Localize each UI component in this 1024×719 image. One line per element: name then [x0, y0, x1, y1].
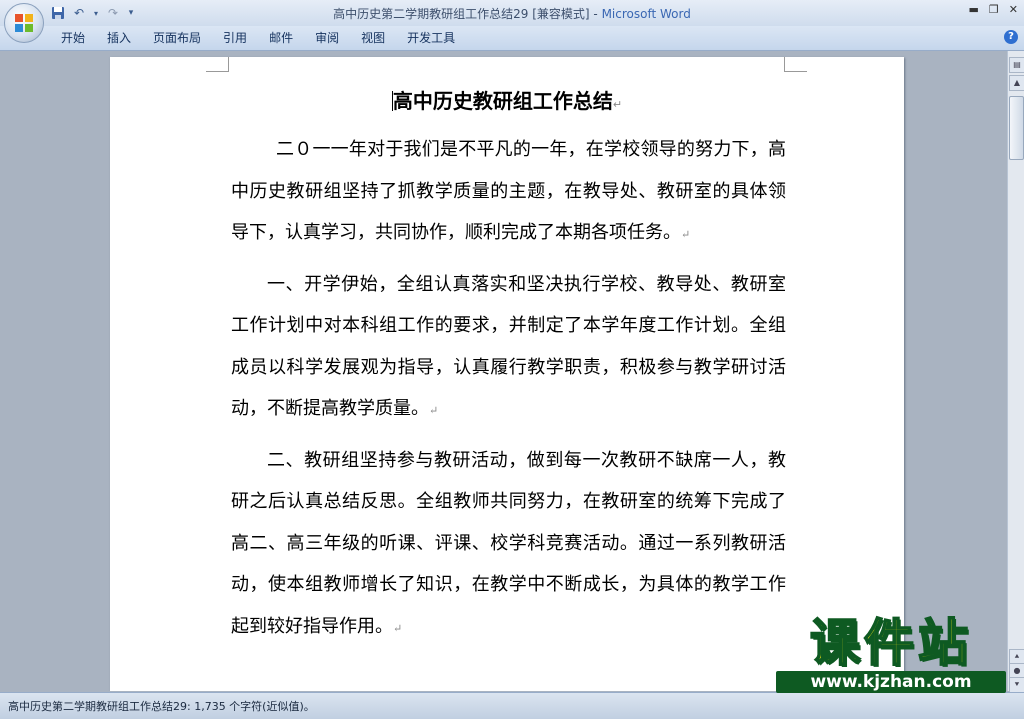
- tab-mailings[interactable]: 邮件: [258, 30, 304, 46]
- paragraph[interactable]: 二、教研组坚持参与教研活动，做到每一次教研不缺席一人，教研之后认真总结反思。全组…: [231, 440, 786, 650]
- tab-view[interactable]: 视图: [350, 30, 396, 46]
- window-title: 高中历史第二学期教研组工作总结29 [兼容模式] - Microsoft Wor…: [0, 5, 1024, 22]
- status-bar: 高中历史第二学期教研组工作总结29: 1,735 个字符(近似值)。: [0, 692, 1024, 719]
- help-icon[interactable]: ?: [1004, 30, 1018, 44]
- document-page[interactable]: 高中历史教研组工作总结↵ 二０一一年对于我们是不平凡的一年，在学校领导的努力下，…: [110, 57, 904, 691]
- title-separator: -: [589, 7, 602, 21]
- ruler-toggle-icon[interactable]: ▤: [1009, 57, 1024, 73]
- document-body[interactable]: 二０一一年对于我们是不平凡的一年，在学校领导的努力下，高中历史教研组坚持了抓教学…: [231, 129, 786, 657]
- paragraph-mark: ↵: [429, 404, 439, 417]
- title-bar: ↶ ▾ ↷ ▾ 高中历史第二学期教研组工作总结29 [兼容模式] - Micro…: [0, 0, 1024, 26]
- paragraph-text: 二０一一年对于我们是不平凡的一年，在学校领导的努力下，高中历史教研组坚持了抓教学…: [231, 139, 786, 243]
- document-workspace: 高中历史教研组工作总结↵ 二０一一年对于我们是不平凡的一年，在学校领导的努力下，…: [0, 51, 1008, 691]
- paragraph-mark: ↵: [393, 621, 403, 635]
- watermark-logo: 课件站 www.kjzhan.com: [776, 614, 1006, 694]
- tab-review[interactable]: 审阅: [304, 30, 350, 46]
- tab-page-layout[interactable]: 页面布局: [142, 30, 212, 46]
- window-controls: ▬ ❐ ✕: [969, 3, 1019, 16]
- paragraph-mark: ↵: [612, 98, 623, 111]
- paragraph[interactable]: 二０一一年对于我们是不平凡的一年，在学校领导的努力下，高中历史教研组坚持了抓教学…: [231, 129, 786, 256]
- next-page-icon[interactable]: ⯆: [1009, 677, 1024, 693]
- office-button[interactable]: [4, 3, 44, 43]
- scroll-up-icon[interactable]: ▲: [1009, 75, 1024, 91]
- office-logo-icon: [15, 14, 33, 32]
- watermark-url: www.kjzhan.com: [776, 671, 1006, 693]
- tab-home[interactable]: 开始: [50, 30, 96, 46]
- watermark-name: 课件站: [809, 614, 972, 672]
- close-icon[interactable]: ✕: [1009, 3, 1018, 16]
- document-title-text: 高中历史教研组工作总结: [392, 89, 613, 113]
- word-count-status[interactable]: 高中历史第二学期教研组工作总结29: 1,735 个字符(近似值)。: [8, 698, 315, 714]
- crop-mark-top-right: [784, 57, 807, 72]
- paragraph[interactable]: 一、开学伊始，全组认真落实和坚决执行学校、教导处、教研室工作计划中对本科组工作的…: [231, 264, 786, 432]
- tab-insert[interactable]: 插入: [96, 30, 142, 46]
- scrollbar-thumb[interactable]: [1009, 96, 1024, 160]
- paragraph-mark: ↵: [681, 228, 691, 241]
- crop-mark-top-left: [206, 57, 229, 72]
- restore-icon[interactable]: ❐: [989, 3, 999, 16]
- document-name: 高中历史第二学期教研组工作总结29 [兼容模式]: [333, 7, 590, 21]
- document-title[interactable]: 高中历史教研组工作总结↵: [230, 85, 784, 114]
- app-name: Microsoft Word: [601, 7, 691, 21]
- ribbon-tabs: 开始 插入 页面布局 引用 邮件 审阅 视图 开发工具 ?: [0, 26, 1024, 51]
- tab-references[interactable]: 引用: [212, 30, 258, 46]
- paragraph-text: 一、开学伊始，全组认真落实和坚决执行学校、教导处、教研室工作计划中对本科组工作的…: [231, 273, 786, 420]
- paragraph-text: 二、教研组坚持参与教研活动，做到每一次教研不缺席一人，教研之后认真总结反思。全组…: [231, 449, 786, 637]
- tab-developer[interactable]: 开发工具: [396, 30, 466, 46]
- minimize-icon[interactable]: ▬: [969, 3, 979, 16]
- vertical-scrollbar[interactable]: ▤ ▲ ⯅ ● ⯆: [1007, 51, 1024, 693]
